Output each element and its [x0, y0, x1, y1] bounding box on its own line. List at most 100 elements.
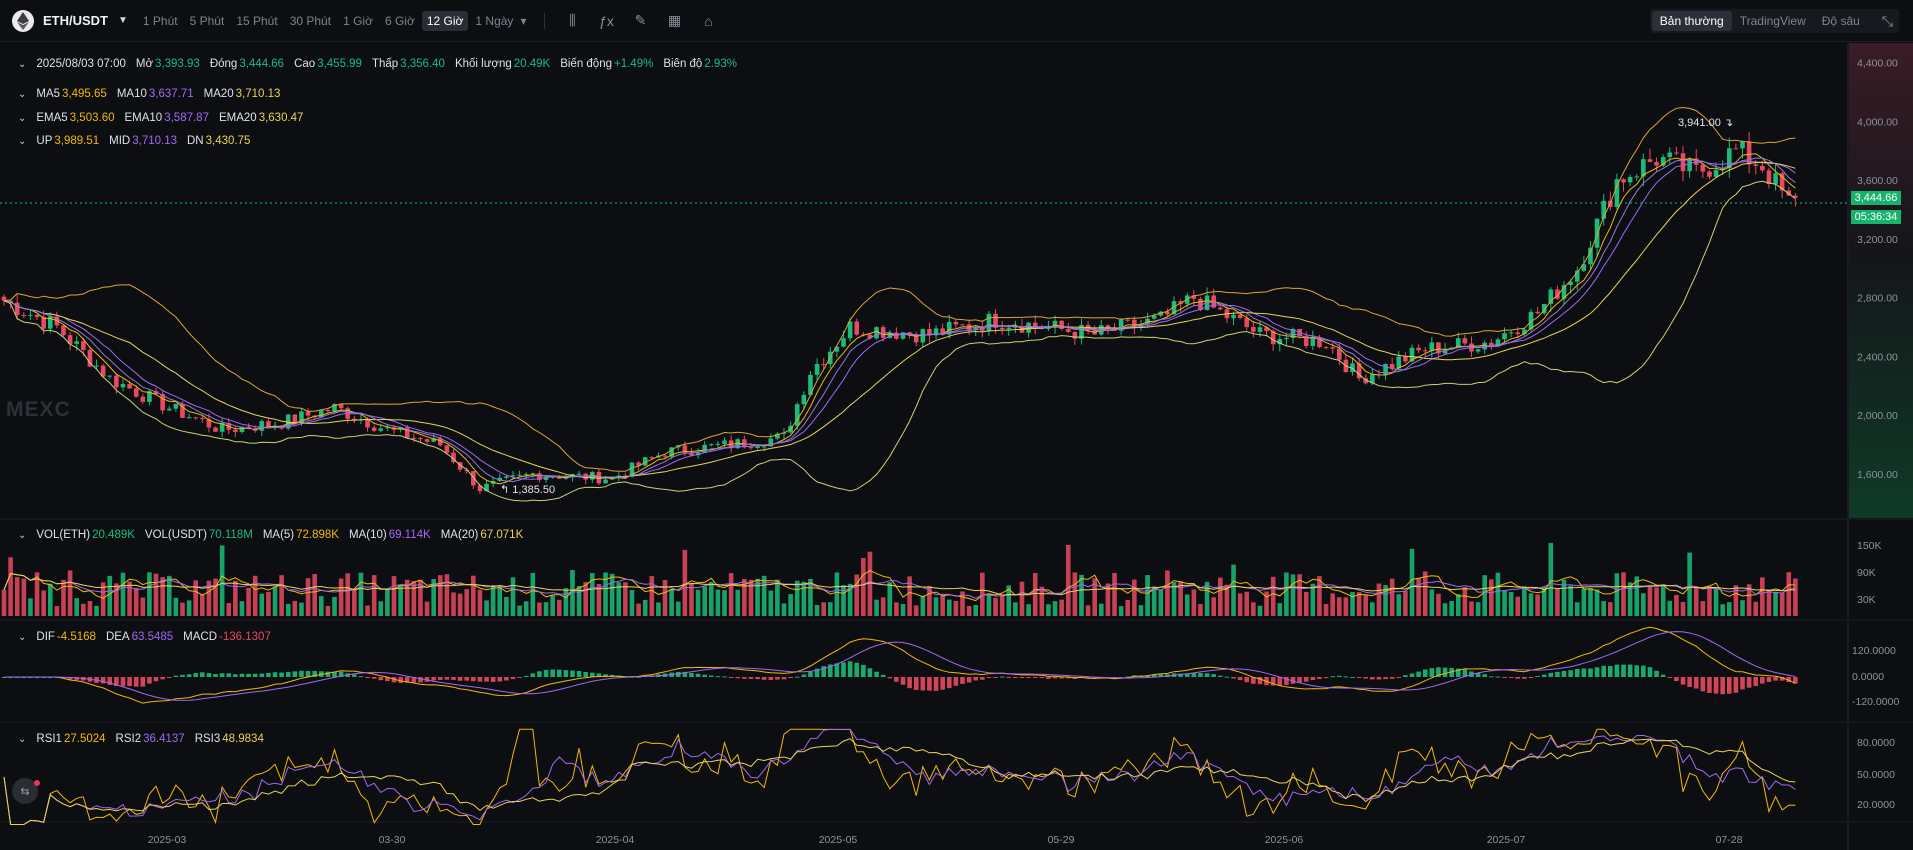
- rsi2-label: RSI2: [115, 733, 142, 745]
- candle-body: [378, 428, 384, 431]
- candle-body: [81, 341, 86, 350]
- macd-histogram-bar: [517, 677, 522, 678]
- candle-body: [424, 439, 430, 442]
- macd-histogram-bar: [471, 677, 476, 682]
- volume-bar: [913, 605, 919, 616]
- collapse-chevron-icon[interactable]: ⌄: [18, 632, 26, 643]
- volume-bar: [14, 577, 20, 616]
- volume-bar: [788, 594, 793, 616]
- collapse-chevron-icon[interactable]: ⌄: [18, 530, 26, 541]
- volume-bar: [8, 557, 13, 616]
- volume-bar: [583, 582, 589, 616]
- macd-histogram-bar: [1303, 677, 1309, 682]
- macd-histogram-bar: [1528, 677, 1534, 678]
- candle-body: [1548, 289, 1554, 304]
- macd-histogram-bar: [1343, 676, 1349, 678]
- candle-body: [1284, 337, 1289, 340]
- volume-bar: [1013, 602, 1018, 616]
- candle-body: [1654, 162, 1659, 166]
- macd-histogram-bar: [1594, 667, 1600, 677]
- candle-body: [1766, 170, 1772, 184]
- candle-body: [34, 314, 40, 318]
- volume-axis-tick: 90K: [1857, 567, 1876, 579]
- volume-bar: [504, 596, 509, 616]
- collapse-chevron-icon[interactable]: ⌄: [18, 113, 26, 124]
- macd-histogram-bar: [927, 677, 932, 691]
- ma20-line: [3, 161, 1796, 479]
- volume-bar: [299, 602, 304, 616]
- vol-ma5-label: MA(5): [262, 529, 295, 541]
- volume-bar: [999, 596, 1005, 616]
- volume-bar: [457, 593, 463, 616]
- macd-histogram-bar: [279, 672, 284, 677]
- candle-body: [1647, 159, 1653, 163]
- volume-bar: [272, 586, 278, 616]
- macd-histogram-bar: [999, 676, 1005, 678]
- candle-body: [133, 388, 139, 397]
- volume-bar: [1779, 592, 1785, 616]
- volume-bar: [173, 597, 179, 616]
- collapse-chevron-icon[interactable]: ⌄: [18, 59, 26, 70]
- candle-body: [120, 384, 126, 388]
- macd-histogram-bar: [887, 677, 893, 679]
- volume-bar: [1614, 573, 1620, 616]
- macd-histogram-bar: [325, 671, 331, 677]
- candle-body: [418, 438, 423, 440]
- collapse-chevron-icon[interactable]: ⌄: [18, 136, 26, 147]
- macd-histogram-bar: [292, 671, 298, 677]
- volume-bar: [398, 584, 403, 616]
- ma20-label: MA20: [203, 88, 234, 100]
- macd-histogram-bar: [1733, 677, 1739, 693]
- volume-bar: [1568, 585, 1573, 616]
- macd-histogram-bar: [1231, 677, 1236, 679]
- macd-histogram-bar: [1720, 677, 1725, 695]
- rsi-axis-tick: 80.0000: [1857, 737, 1895, 749]
- candle-body: [1416, 347, 1421, 351]
- volume-bar: [1065, 544, 1071, 616]
- volume-bar: [1151, 586, 1157, 616]
- macd-histogram-bar: [1746, 677, 1752, 688]
- collapse-chevron-icon[interactable]: ⌄: [18, 734, 26, 745]
- volume-bar: [1184, 594, 1190, 616]
- macd-histogram-bar: [147, 677, 152, 684]
- chart-canvas[interactable]: 4,400.00 4,000.00 3,600.00 3,200.00 2,800.00…: [0, 0, 1913, 850]
- candle-body: [854, 321, 860, 335]
- macd-histogram-bar: [1726, 677, 1732, 694]
- volume-bar: [1211, 597, 1216, 616]
- volume-bar: [378, 601, 384, 616]
- macd-histogram-bar: [1581, 668, 1587, 677]
- price-axis-tick: 3,600.00: [1857, 175, 1898, 187]
- macd-histogram-bar: [1383, 677, 1388, 679]
- macd-histogram-bar: [973, 677, 979, 681]
- volume-bar: [722, 590, 727, 616]
- ma5-label: MA5: [36, 88, 61, 100]
- volume-bar: [510, 577, 516, 616]
- candle-body: [662, 455, 668, 457]
- rsi-axis-tick: 20.0000: [1857, 799, 1895, 811]
- volume-bar: [814, 604, 820, 616]
- volume-bar: [471, 575, 476, 616]
- volume-bar: [768, 590, 774, 616]
- vol-ma10-label: MA(10): [348, 529, 387, 541]
- macd-histogram-bar: [133, 677, 139, 687]
- candle-body: [1588, 247, 1593, 265]
- macd-histogram-bar: [1046, 677, 1051, 679]
- candle-body: [1257, 327, 1263, 332]
- volume-bar: [391, 576, 397, 616]
- volume-bar: [933, 597, 939, 616]
- volume-bar: [1654, 587, 1659, 616]
- volume-bar: [1376, 583, 1382, 616]
- volume-bar: [1356, 592, 1362, 616]
- volume-bar: [1343, 597, 1349, 616]
- macd-histogram-bar: [1403, 675, 1408, 677]
- candle-body: [166, 408, 172, 411]
- volume-bar: [1753, 601, 1759, 616]
- macd-histogram-bar: [570, 670, 575, 677]
- volume-bar: [332, 596, 337, 616]
- collapse-chevron-icon[interactable]: ⌄: [18, 89, 26, 100]
- candle-body: [292, 414, 298, 423]
- date-axis-tick: 03-30: [379, 834, 406, 846]
- candle-body: [186, 417, 192, 419]
- candle-body: [814, 363, 820, 375]
- date-axis-tick: 05-29: [1048, 834, 1075, 846]
